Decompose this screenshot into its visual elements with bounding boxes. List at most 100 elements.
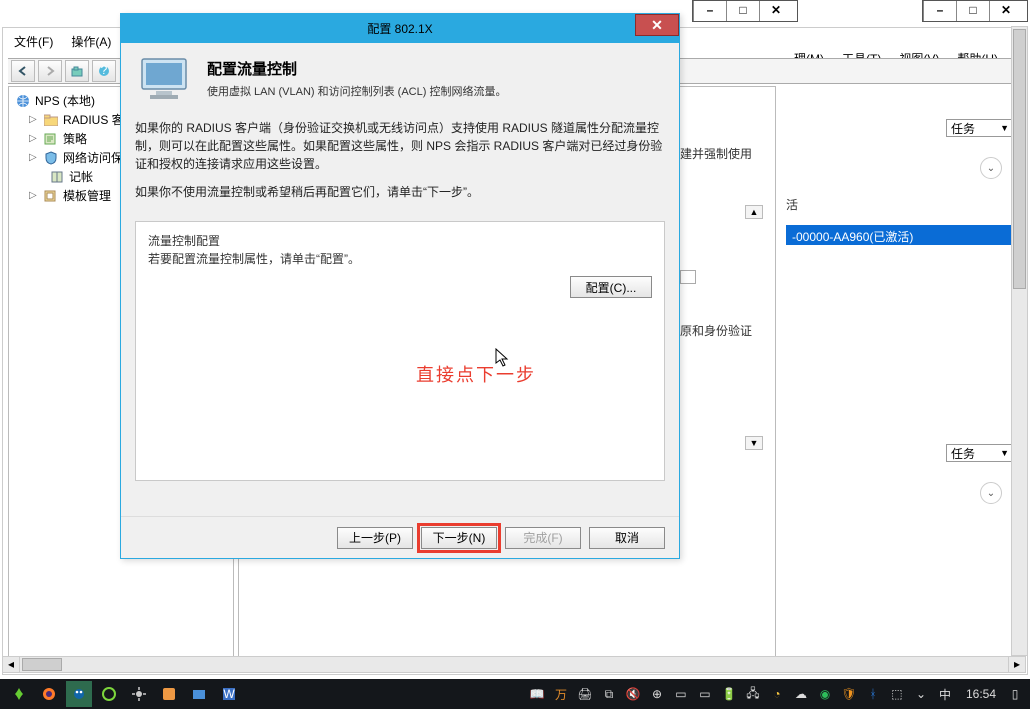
tray-icon[interactable]: 万 — [552, 686, 570, 703]
folder-icon — [43, 113, 59, 127]
bg2-close-button[interactable]: ✕ — [989, 1, 1022, 21]
tree-node-label: 策略 — [63, 130, 87, 147]
tasks-dropdown-1[interactable]: 任务 ▼ — [946, 119, 1014, 137]
svg-text:W: W — [223, 687, 235, 701]
tray-icon[interactable]: ⧉ — [600, 687, 618, 702]
tray-icon[interactable]: ⬚ — [888, 687, 906, 701]
system-tray: 📖 万 🖨 ⧉ 🔇 ⊕ ▭ ▭ 🔋 🖧 ◔ ☁ ◉ 🛡 ᚼ ⬚ ⌄ 中 16:5… — [528, 684, 1024, 705]
bg-text-line2: 活 — [786, 196, 798, 213]
tray-security-icon[interactable]: ⊕ — [648, 687, 666, 701]
scroll-up-icon[interactable]: ▲ — [745, 205, 763, 219]
prev-button[interactable]: 上一步(P) — [337, 527, 413, 549]
expand-icon[interactable]: ▷ — [29, 190, 39, 201]
toolbar-up-button[interactable] — [65, 60, 89, 82]
wizard-dialog: 配置 802.1X ✕ 配置流量控制 使用虚拟 LAN (VLAN) 和访问控制… — [120, 13, 680, 559]
bg-close-button[interactable]: ✕ — [759, 1, 792, 21]
taskbar-app-1[interactable] — [6, 681, 32, 707]
collapse-button-2[interactable]: ⌄ — [980, 482, 1002, 504]
taskbar-app-2[interactable] — [36, 681, 62, 707]
wizard-footer: 上一步(P) 下一步(N) 完成(F) 取消 — [121, 516, 679, 558]
wizard-header-title: 配置流量控制 — [207, 58, 506, 79]
wizard-titlebar[interactable]: 配置 802.1X ✕ — [121, 14, 679, 43]
tray-volume-icon[interactable]: 🔇 — [624, 687, 642, 701]
bg-window-buttons-2: – □ ✕ — [922, 0, 1028, 22]
menu-file[interactable]: 文件(F) — [10, 33, 57, 53]
tray-show-desktop[interactable]: ▯ — [1006, 687, 1024, 701]
bg2-min-button[interactable]: – — [923, 1, 956, 21]
policy-icon — [43, 132, 59, 146]
tray-battery-icon[interactable]: 🔋 — [720, 687, 738, 701]
bg-text-line1: 建并强制使用 — [680, 145, 752, 162]
tasks-dropdown-2[interactable]: 任务 ▼ — [946, 444, 1014, 462]
wizard-body: 如果你的 RADIUS 客户端（身份验证交换机或无线访问点）支持使用 RADIU… — [121, 105, 679, 217]
vertical-scrollbar[interactable] — [1011, 26, 1028, 656]
tree-node-label: 模板管理 — [63, 187, 111, 204]
tray-icon[interactable]: ▭ — [672, 687, 690, 701]
tray-network-icon[interactable]: 🖧 — [744, 684, 762, 705]
wizard-header: 配置流量控制 使用虚拟 LAN (VLAN) 和访问控制列表 (ACL) 控制网… — [121, 43, 679, 105]
bg-max-button[interactable]: □ — [726, 1, 759, 21]
menu-action[interactable]: 操作(A) — [67, 33, 115, 53]
tray-icon[interactable]: ▭ — [696, 687, 714, 701]
tray-chevron-icon[interactable]: ⌄ — [912, 687, 930, 701]
globe-icon — [15, 94, 31, 108]
tree-root-label: NPS (本地) — [35, 92, 95, 109]
selected-list-item[interactable]: -00000-AA960(已激活) — [786, 225, 1018, 245]
chevron-down-icon: ▼ — [1000, 448, 1009, 458]
next-button[interactable]: 下一步(N) — [421, 527, 497, 549]
bg-window-buttons-1: – □ ✕ — [692, 0, 798, 22]
collapse-button-1[interactable]: ⌄ — [980, 157, 1002, 179]
tasks-label: 任务 — [951, 445, 975, 462]
taskbar-app-4[interactable] — [96, 681, 122, 707]
wizard-para1: 如果你的 RADIUS 客户端（身份验证交换机或无线访问点）支持使用 RADIU… — [135, 119, 665, 173]
expand-icon[interactable]: ▷ — [29, 114, 39, 125]
tray-icon[interactable]: ◔ — [768, 687, 786, 701]
toolbar-help-button[interactable]: ? — [92, 60, 116, 82]
bg-small-box — [680, 270, 696, 284]
tray-clock[interactable]: 16:54 — [966, 687, 996, 701]
taskbar-app-7[interactable] — [186, 681, 212, 707]
scroll-thumb[interactable] — [22, 658, 62, 671]
taskbar-app-8[interactable]: W — [216, 681, 242, 707]
scroll-down-icon[interactable]: ▼ — [745, 436, 763, 450]
tray-bluetooth-icon[interactable]: ᚼ — [864, 687, 882, 701]
tree-node-label: 网络访问保 — [63, 149, 123, 166]
finish-button: 完成(F) — [505, 527, 581, 549]
monitor-icon — [135, 51, 193, 105]
tray-icon[interactable]: 🛡 — [840, 687, 858, 701]
annotation-text: 直接点下一步 — [416, 361, 536, 387]
taskbar-app-5[interactable] — [126, 681, 152, 707]
tray-icon[interactable]: ◉ — [816, 687, 834, 701]
tray-ime[interactable]: 中 — [936, 686, 954, 703]
scroll-left-icon[interactable]: ◂ — [3, 657, 20, 672]
wizard-close-button[interactable]: ✕ — [635, 14, 679, 36]
wizard-header-sub: 使用虚拟 LAN (VLAN) 和访问控制列表 (ACL) 控制网络流量。 — [207, 83, 506, 99]
scroll-thumb[interactable] — [1013, 29, 1026, 289]
toolbar-back-button[interactable] — [11, 60, 35, 82]
svg-text:?: ? — [101, 65, 108, 77]
chevron-down-icon: ▼ — [1000, 123, 1009, 133]
tray-print-icon[interactable]: 🖨 — [576, 687, 594, 701]
expand-icon[interactable]: ▷ — [29, 133, 39, 144]
book-icon — [49, 170, 65, 184]
configure-button[interactable]: 配置(C)... — [570, 276, 652, 298]
bg2-max-button[interactable]: □ — [956, 1, 989, 21]
expand-icon[interactable]: ▷ — [29, 152, 39, 163]
toolbar-forward-button[interactable] — [38, 60, 62, 82]
bg-min-button[interactable]: – — [693, 1, 726, 21]
scroll-right-icon[interactable]: ▸ — [1008, 657, 1025, 672]
tray-icon[interactable]: ☁ — [792, 687, 810, 701]
panel-line2: 若要配置流量控制属性，请单击“配置”。 — [148, 250, 652, 268]
horizontal-scrollbar[interactable]: ◂ ▸ — [2, 656, 1026, 673]
panel-line1: 流量控制配置 — [148, 232, 652, 250]
taskbar-app-6[interactable] — [156, 681, 182, 707]
shield-icon — [43, 151, 59, 165]
template-icon — [43, 189, 59, 203]
traffic-control-panel: 流量控制配置 若要配置流量控制属性，请单击“配置”。 配置(C)... — [135, 221, 665, 481]
wizard-title: 配置 802.1X — [367, 20, 432, 37]
tree-node-label: 记帐 — [69, 168, 93, 185]
taskbar-app-3[interactable] — [66, 681, 92, 707]
cancel-button[interactable]: 取消 — [589, 527, 665, 549]
taskbar: W 📖 万 🖨 ⧉ 🔇 ⊕ ▭ ▭ 🔋 🖧 ◔ ☁ ◉ 🛡 ᚼ ⬚ ⌄ 中 16… — [0, 679, 1030, 709]
tray-icon[interactable]: 📖 — [528, 687, 546, 701]
